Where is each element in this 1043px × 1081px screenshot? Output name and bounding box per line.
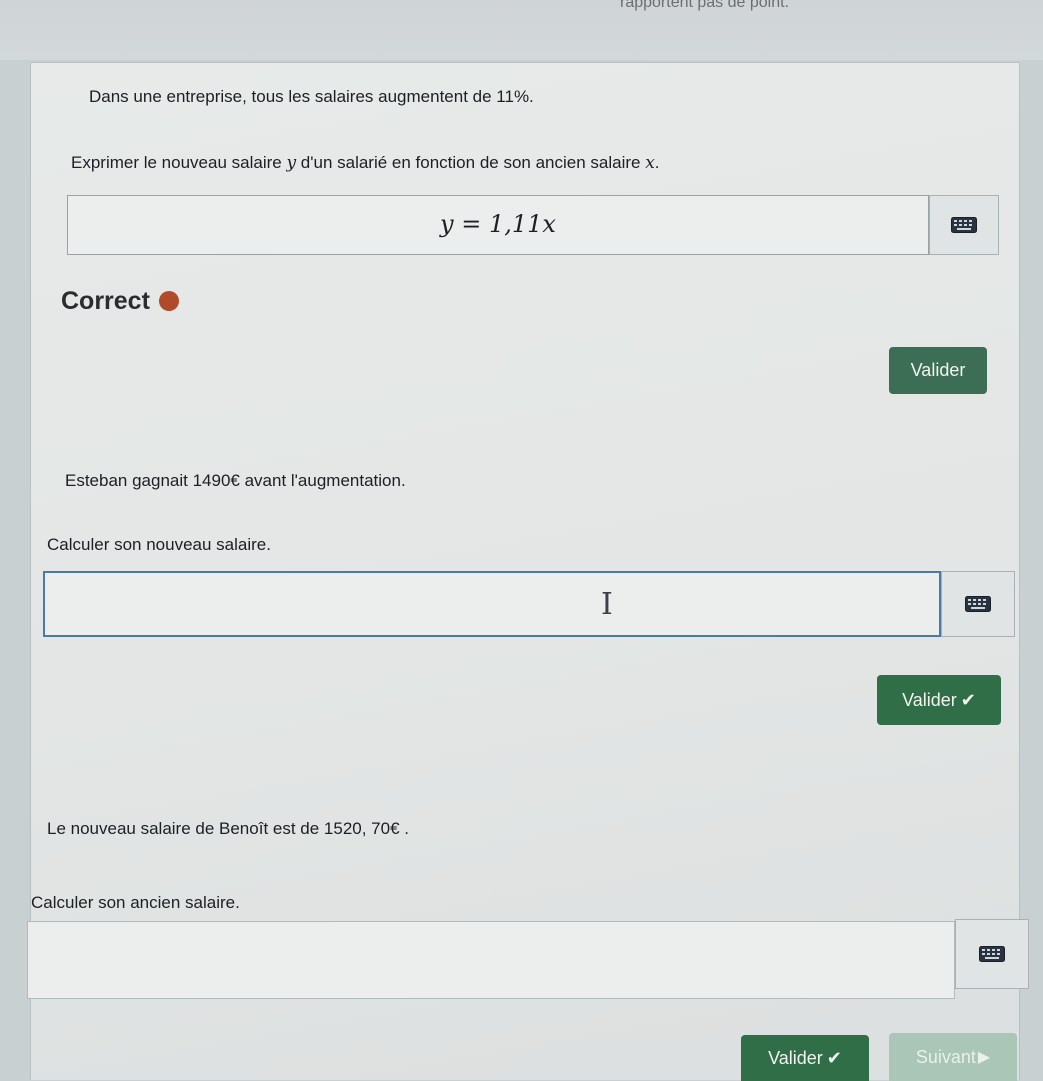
q1-prompt: Exprimer le nouveau salaire y d'un salar… xyxy=(71,153,660,173)
status-dot-icon xyxy=(158,291,179,311)
header-fragment: rapportent pas de point. xyxy=(620,0,790,11)
q1-answer-value: y = 1,11x xyxy=(440,210,556,238)
q1-validate-button[interactable]: Valider xyxy=(889,347,987,394)
q1-status-label: Correct xyxy=(61,287,150,315)
exercise-panel: Dans une entreprise, tous les salaires a… xyxy=(27,62,1029,1081)
keyboard-icon xyxy=(951,217,977,233)
q2-validate-button[interactable]: Valider ✔ xyxy=(877,675,1001,725)
keyboard-icon xyxy=(965,596,991,612)
next-label: Suivant xyxy=(915,1046,976,1067)
q2-keyboard-button[interactable] xyxy=(941,571,1015,637)
q1-answer-input[interactable]: y = 1,11x xyxy=(67,195,929,255)
q1-var-x: x xyxy=(645,153,655,173)
check-icon: ✔ xyxy=(960,689,976,710)
q3-prompt: Calculer son ancien salaire. xyxy=(31,893,240,912)
q1-prompt-middle: d'un salarié en fonction de son ancien s… xyxy=(296,153,646,172)
q3-validate-button[interactable]: Valider ✔ xyxy=(741,1035,869,1081)
q1-var-y: y xyxy=(286,153,297,173)
q2-statement: Esteban gagnait 1490€ avant l'augmentati… xyxy=(65,471,406,490)
q1-prompt-end: . xyxy=(654,153,660,172)
top-strip: rapportent pas de point. xyxy=(0,0,1043,60)
q3-statement: Le nouveau salaire de Benoît est de 1520… xyxy=(47,819,409,838)
text-cursor-icon: Ι xyxy=(601,587,613,622)
q2-prompt: Calculer son nouveau salaire. xyxy=(47,535,271,554)
q3-keyboard-button[interactable] xyxy=(955,919,1029,989)
q2-answer-input[interactable]: Ι xyxy=(43,571,941,637)
keyboard-icon xyxy=(979,946,1005,962)
q3-validate-label: Valider xyxy=(768,1047,823,1068)
q2-validate-label: Valider xyxy=(902,689,957,710)
q3-answer-input[interactable] xyxy=(27,921,955,999)
q1-statement: Dans une entreprise, tous les salaires a… xyxy=(89,87,534,106)
q1-keyboard-button[interactable] xyxy=(929,195,999,255)
next-button[interactable]: Suivant ▶ xyxy=(889,1033,1017,1081)
play-arrow-icon: ▶ xyxy=(977,1049,991,1066)
check-icon: ✔ xyxy=(826,1047,842,1068)
q1-status: Correct xyxy=(61,287,179,316)
q1-prompt-before: Exprimer le nouveau salaire xyxy=(71,153,287,172)
